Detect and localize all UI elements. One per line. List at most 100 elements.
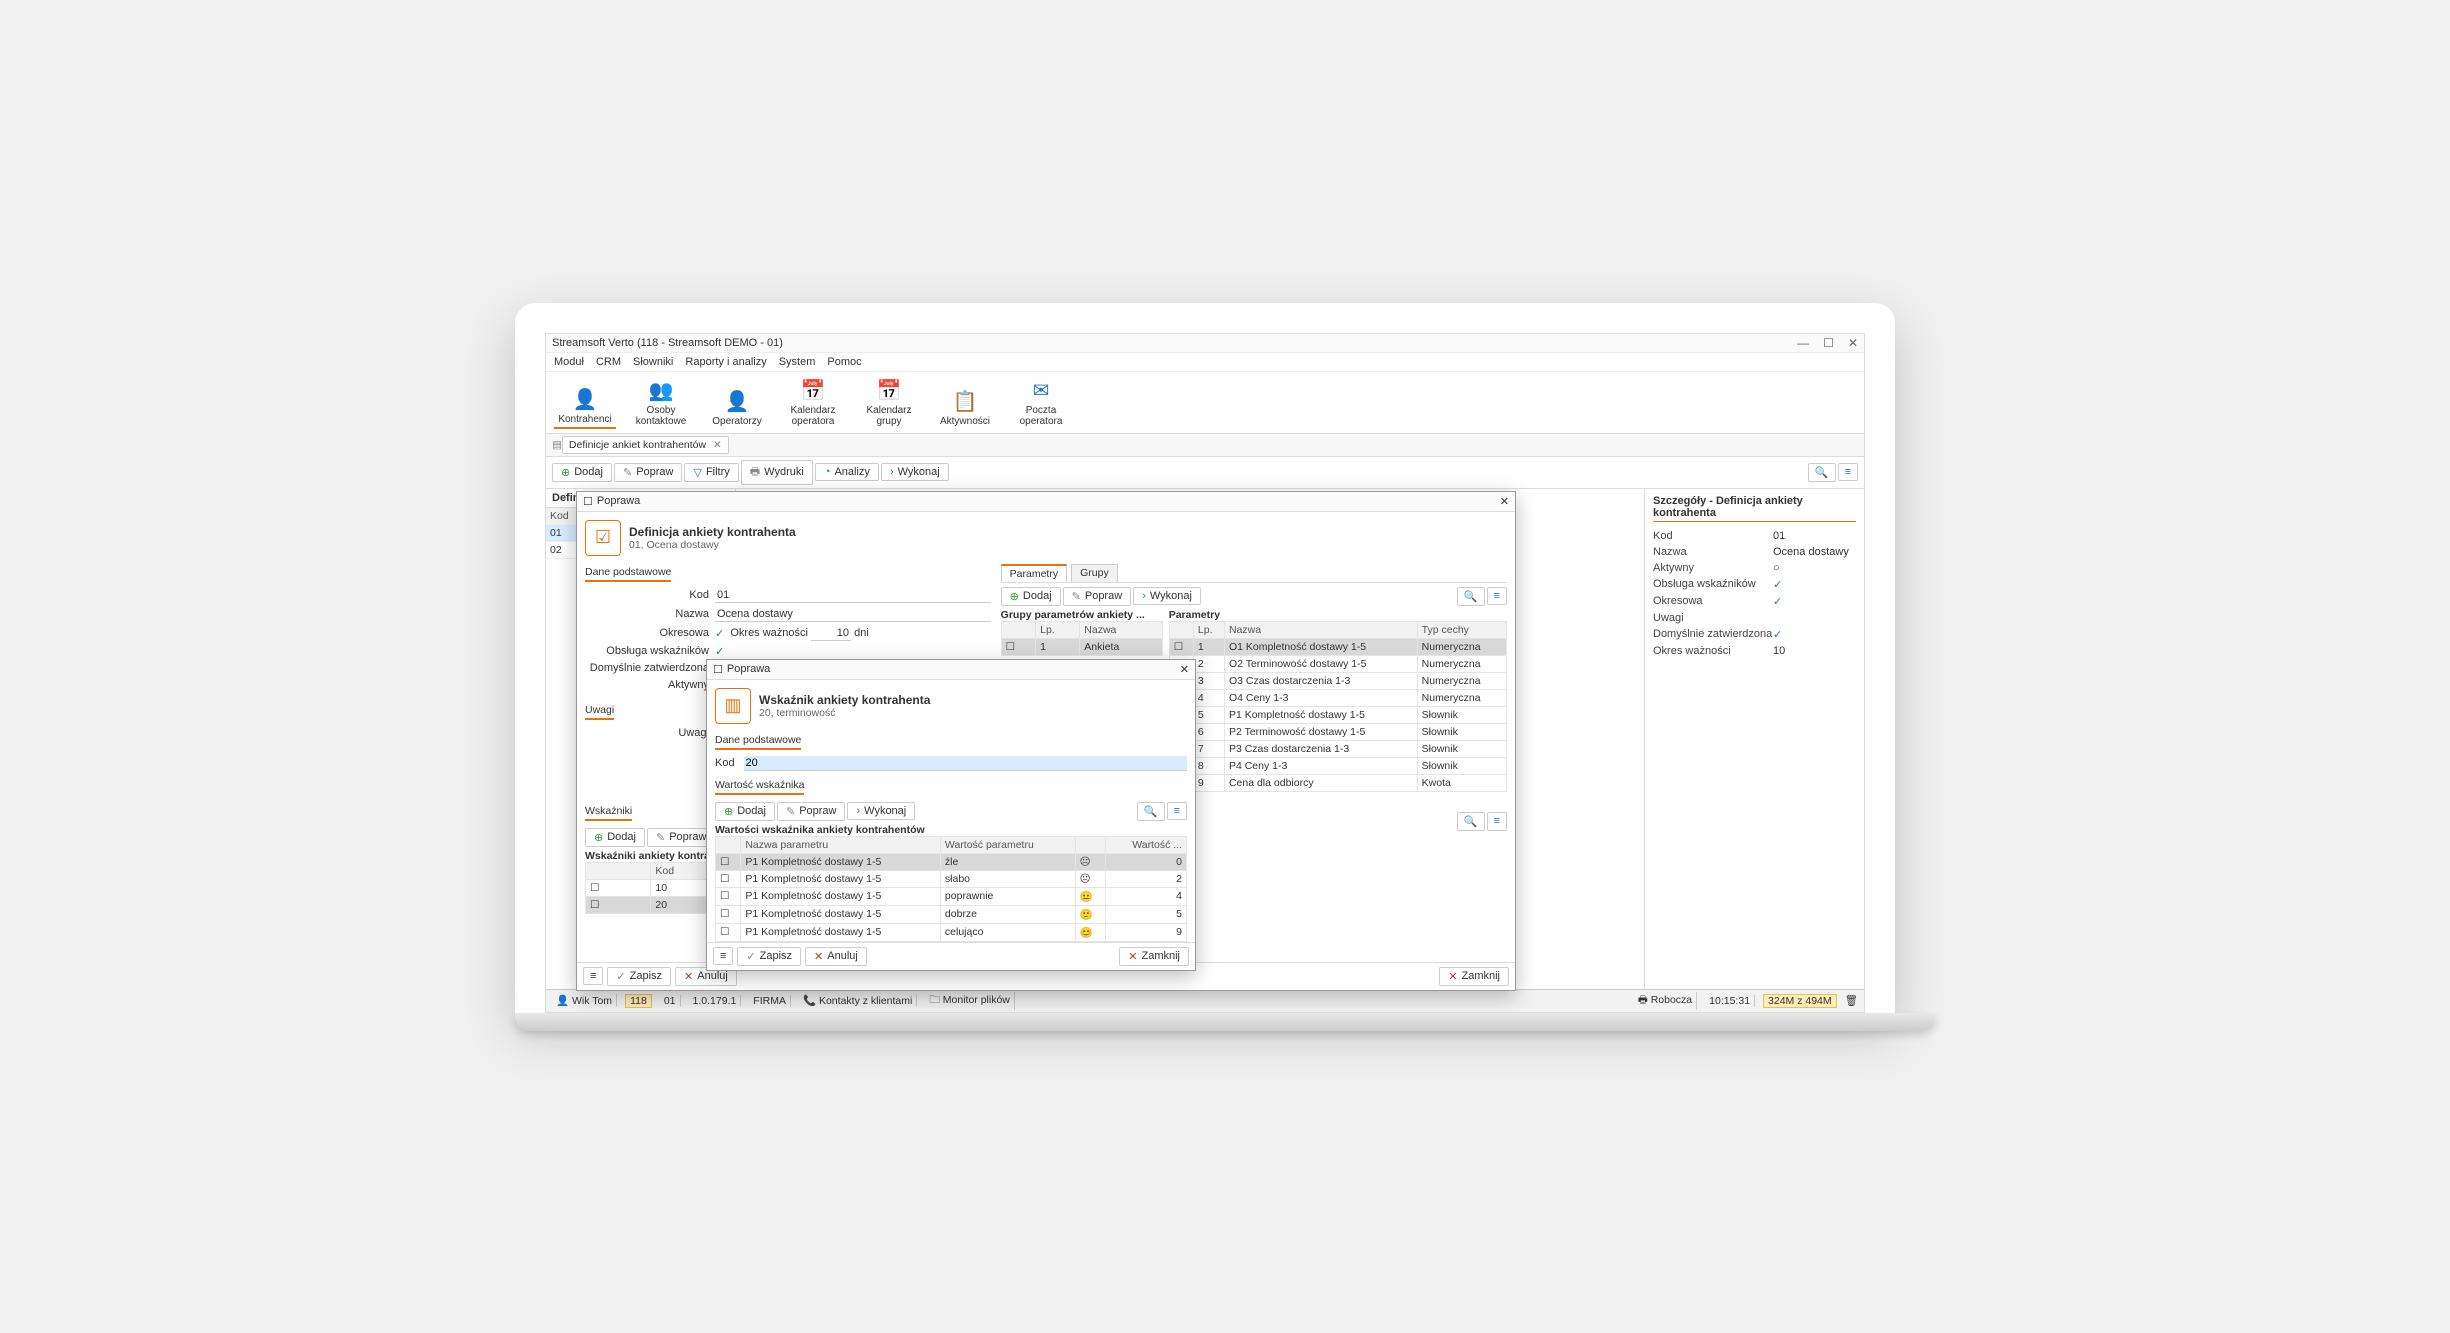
chevron-right-icon: › xyxy=(890,466,894,478)
calendar-icon: 📅 xyxy=(801,378,826,403)
list-icon: ≡ xyxy=(1174,805,1180,817)
status-user: 👤 Wik Tom xyxy=(552,994,617,1007)
edit-button[interactable]: ✎Popraw xyxy=(614,463,683,482)
tab-parametry[interactable]: Parametry xyxy=(1001,564,1067,582)
list-button[interactable]: ≡ xyxy=(1838,463,1858,481)
edit-button[interactable]: ✎Popraw xyxy=(1063,587,1132,606)
table-row[interactable]: ☐P1 Kompletność dostawy 1-5słabo☹2 xyxy=(716,870,1187,887)
tab-definicje[interactable]: Definicje ankiet kontrahentów ✕ xyxy=(562,436,729,454)
table-row[interactable]: ☐7P3 Czas dostarczenia 1-3Słownik xyxy=(1169,740,1506,757)
form-icon: ☑ xyxy=(585,520,621,556)
menu-item[interactable]: CRM xyxy=(596,356,621,368)
table-row[interactable]: ☐8P4 Ceny 1-3Słownik xyxy=(1169,757,1506,774)
statusbar: 👤 Wik Tom 118 01 1.0.179.1 FIRMA 📞 Konta… xyxy=(546,989,1864,1012)
menu-icon[interactable]: ≡ xyxy=(583,967,603,985)
menu-item[interactable]: Słowniki xyxy=(633,356,673,368)
check-icon: ✓ xyxy=(616,970,625,983)
execute-button[interactable]: ›Wykonaj xyxy=(881,463,949,481)
check-icon: ✓ xyxy=(746,950,755,963)
add-button[interactable]: ⊕Dodaj xyxy=(585,828,645,847)
table-row[interactable]: ☐9Cena dla odbiorcyKwota xyxy=(1169,774,1506,791)
add-button[interactable]: ⊕Dodaj xyxy=(552,463,612,482)
kod-input[interactable] xyxy=(744,756,1187,771)
ribbon-kontrahenci[interactable]: 👤Kontrahenci xyxy=(554,376,616,429)
window-titlebar: Streamsoft Verto (118 - Streamsoft DEMO … xyxy=(546,334,1864,353)
add-button[interactable]: ⊕Dodaj xyxy=(715,802,775,821)
ribbon: 👤Kontrahenci 👥Osoby kontaktowe 👤Operator… xyxy=(546,372,1864,434)
minimize-icon[interactable]: — xyxy=(1797,336,1809,350)
menu-item[interactable]: Moduł xyxy=(554,356,584,368)
list-button[interactable]: ≡ xyxy=(1487,812,1507,831)
status-badge: 118 xyxy=(625,994,652,1008)
search-button[interactable]: 🔍 xyxy=(1808,463,1836,482)
face-icon: ☹ xyxy=(1075,853,1105,870)
user-icon: 👤 xyxy=(725,389,750,414)
table-row[interactable]: ☐P1 Kompletność dostawy 1-5celująco😊9 xyxy=(716,923,1187,941)
add-button[interactable]: ⊕Dodaj xyxy=(1001,587,1061,606)
calendar-icon: 📅 xyxy=(877,378,902,403)
menubar: Moduł CRM Słowniki Raporty i analizy Sys… xyxy=(546,353,1864,372)
table-row[interactable]: ☐P1 Kompletność dostawy 1-5dobrze🙂5 xyxy=(716,905,1187,923)
list-button[interactable]: ≡ xyxy=(1487,587,1507,605)
trash-icon[interactable]: 🗑 xyxy=(1845,994,1858,1007)
mail-icon: ✉ xyxy=(1033,378,1050,403)
close-icon[interactable]: ✕ xyxy=(1848,336,1858,350)
filter-button[interactable]: ▽Filtry xyxy=(684,463,738,482)
chart-icon: ◔ xyxy=(824,466,831,478)
menu-icon[interactable]: ≡ xyxy=(713,947,733,965)
table-row[interactable]: ☐3O3 Czas dostarczenia 1-3Numeryczna xyxy=(1169,672,1506,689)
search-button[interactable]: 🔍 xyxy=(1457,812,1485,831)
ribbon-osoby[interactable]: 👥Osoby kontaktowe xyxy=(630,376,692,429)
execute-button[interactable]: ›Wykonaj xyxy=(1133,587,1201,605)
list-button[interactable]: ≡ xyxy=(1167,802,1187,820)
execute-button[interactable]: ›Wykonaj xyxy=(847,802,915,820)
maximize-icon[interactable]: ☐ xyxy=(1823,336,1834,350)
table-row[interactable]: ☐1O1 Kompletność dostawy 1-5Numeryczna xyxy=(1169,638,1506,655)
ribbon-operatorzy[interactable]: 👤Operatorzy xyxy=(706,376,768,429)
menu-item[interactable]: Raporty i analizy xyxy=(685,356,766,368)
chart-icon: ▥ xyxy=(715,688,751,724)
pencil-icon: ✎ xyxy=(623,466,632,479)
status-link[interactable]: 📞 Kontakty z klientami xyxy=(799,994,917,1007)
search-icon: 🔍 xyxy=(1815,467,1829,479)
save-button[interactable]: ✓Zapisz xyxy=(737,947,801,966)
close-icon[interactable]: ✕ xyxy=(1500,495,1509,508)
table-row[interactable]: ☐6P2 Terminowość dostawy 1-5Słownik xyxy=(1169,723,1506,740)
ribbon-aktywnosci[interactable]: 📋Aktywności xyxy=(934,376,996,429)
save-button[interactable]: ✓Zapisz xyxy=(607,967,671,986)
close-icon[interactable]: ✕ xyxy=(1180,663,1189,676)
close-button[interactable]: ✕Zamknij xyxy=(1439,967,1509,986)
x-icon: ✕ xyxy=(814,950,823,963)
x-icon: ✕ xyxy=(684,970,693,983)
table-row[interactable]: ☐1Ankieta xyxy=(1001,638,1162,655)
dialog-title: ☐ Poprawa xyxy=(583,495,640,508)
table-row[interactable]: ☐5P1 Kompletność dostawy 1-5Słownik xyxy=(1169,706,1506,723)
plus-icon: ⊕ xyxy=(724,805,733,818)
ribbon-kalendarz-op[interactable]: 📅Kalendarz operatora xyxy=(782,376,844,429)
cancel-button[interactable]: ✕Anuluj xyxy=(805,947,867,966)
edit-button[interactable]: ✎Popraw xyxy=(777,802,846,821)
analyze-button[interactable]: ◔Analizy xyxy=(815,463,879,481)
tab-close-icon[interactable]: ✕ xyxy=(713,439,722,451)
search-button[interactable]: 🔍 xyxy=(1457,587,1485,606)
status-time: 10:15:31 xyxy=(1705,995,1755,1007)
tab-grupy[interactable]: Grupy xyxy=(1071,564,1118,582)
face-icon: 😊 xyxy=(1075,923,1105,941)
search-button[interactable]: 🔍 xyxy=(1137,802,1165,821)
table-row[interactable]: ☐2O2 Terminowość dostawy 1-5Numeryczna xyxy=(1169,655,1506,672)
menu-item[interactable]: Pomoc xyxy=(827,356,861,368)
table-row[interactable]: ☐4O4 Ceny 1-3Numeryczna xyxy=(1169,689,1506,706)
table-row[interactable]: ☐P1 Kompletność dostawy 1-5poprawnie😐4 xyxy=(716,887,1187,905)
table-row[interactable]: ☐P1 Kompletność dostawy 1-5źle☹0 xyxy=(716,853,1187,870)
face-icon: ☹ xyxy=(1075,870,1105,887)
search-icon: 🔍 xyxy=(1144,806,1158,818)
status-mode: 🖶 Robocza xyxy=(1634,992,1697,1010)
face-icon: 🙂 xyxy=(1075,905,1105,923)
details-title: Szczegóły - Definicja ankiety kontrahent… xyxy=(1653,495,1856,522)
print-button[interactable]: 🖶Wydruki xyxy=(741,460,813,485)
ribbon-poczta[interactable]: ✉Poczta operatora xyxy=(1010,376,1072,429)
menu-item[interactable]: System xyxy=(779,356,816,368)
ribbon-kalendarz-gr[interactable]: 📅Kalendarz grupy xyxy=(858,376,920,429)
status-link[interactable]: 🗀 Monitor plików xyxy=(925,992,1015,1010)
close-button[interactable]: ✕Zamknij xyxy=(1119,947,1189,966)
